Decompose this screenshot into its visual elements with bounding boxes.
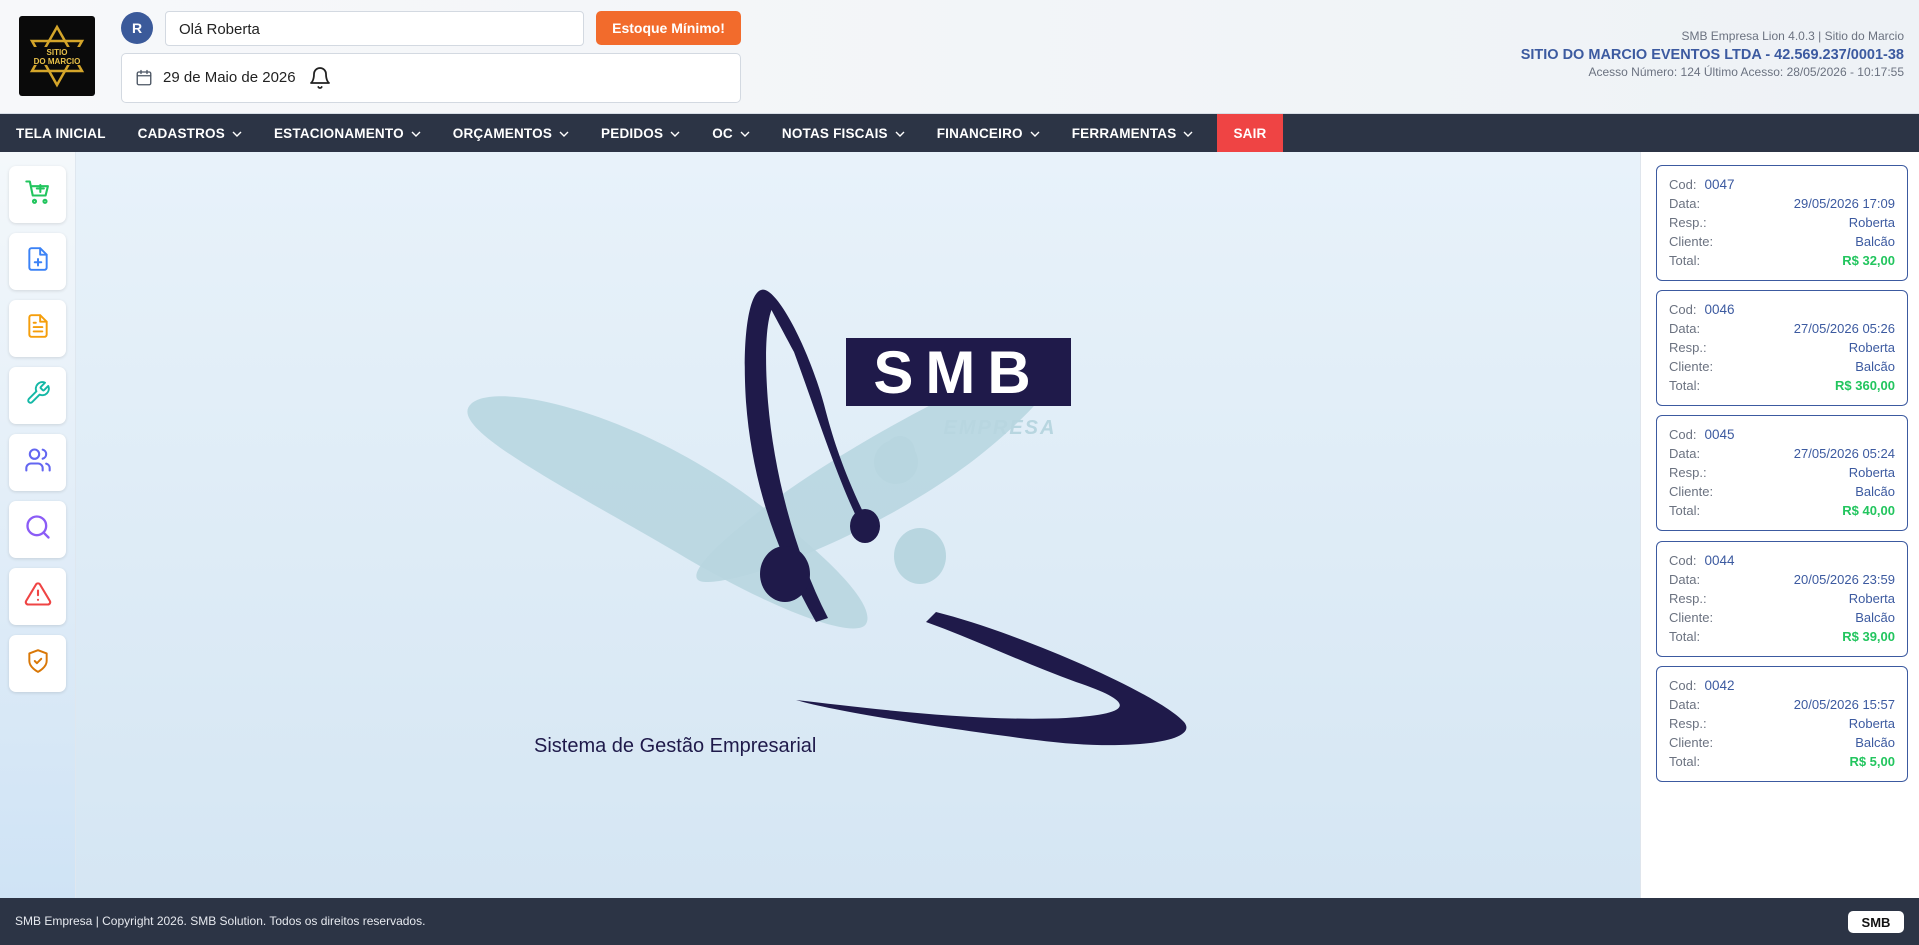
order-cliente: Balcão bbox=[1855, 610, 1895, 625]
quick-actions-sidebar bbox=[0, 152, 76, 898]
star-logo-icon: SITIO DO MARCIO bbox=[29, 24, 85, 88]
order-resp: Roberta bbox=[1848, 340, 1895, 355]
order-resp: Roberta bbox=[1848, 716, 1895, 731]
order-cod: 0046 bbox=[1704, 302, 1735, 317]
order-card[interactable]: Cod: 0045 Data: 27/05/2026 05:24 Resp.: Rob… bbox=[1656, 415, 1908, 531]
order-date: 20/05/2026 15:57 bbox=[1793, 697, 1895, 712]
nav-estacionamento[interactable]: ESTACIONAMENTO bbox=[258, 114, 437, 152]
nav-pedidos[interactable]: PEDIDOS bbox=[585, 114, 696, 152]
chevron-down-icon bbox=[232, 126, 242, 141]
company-name: SITIO DO MARCIO EVENTOS LTDA - 42.569.23… bbox=[1520, 47, 1904, 63]
order-cod: 0045 bbox=[1704, 427, 1735, 442]
tools-button[interactable] bbox=[9, 367, 66, 424]
brand-tagline: Sistema de Gestão Empresarial bbox=[534, 735, 816, 757]
order-resp: Roberta bbox=[1848, 465, 1895, 480]
system-info: SMB Empresa Lion 4.0.3 | Sitio do Marcio… bbox=[1521, 29, 1904, 79]
chevron-down-icon bbox=[411, 126, 421, 141]
order-cliente: Balcão bbox=[1855, 484, 1895, 499]
footer: SMB Empresa | Copyright 2026. SMB Soluti… bbox=[0, 898, 1919, 945]
brand-sub: EMPRESA bbox=[944, 417, 1057, 439]
chevron-down-icon bbox=[670, 126, 680, 141]
nav-oc[interactable]: OC bbox=[696, 114, 766, 152]
recent-orders-panel: Cod: 0047 Data: 29/05/2026 17:09 Resp.: Rob… bbox=[1640, 152, 1919, 898]
shield-check-icon bbox=[25, 648, 51, 679]
brand-name: SMB bbox=[873, 339, 1042, 406]
svg-text:DO MARCIO: DO MARCIO bbox=[34, 57, 81, 66]
current-date: 29 de Maio de 2026 bbox=[163, 69, 296, 86]
order-card[interactable]: Cod: 0042 Data: 20/05/2026 15:57 Resp.: Rob… bbox=[1656, 666, 1908, 782]
order-total: R$ 5,00 bbox=[1849, 754, 1895, 769]
smb-brand-logo: SMB EMPRESA Sistema de Gestão Empresaria… bbox=[467, 289, 1187, 757]
order-card[interactable]: Cod: 0046 Data: 27/05/2026 05:26 Resp.: Rob… bbox=[1656, 290, 1908, 406]
alerts-button[interactable] bbox=[9, 568, 66, 625]
chevron-down-icon bbox=[895, 126, 905, 141]
nav-ferramentas[interactable]: FERRAMENTAS bbox=[1056, 114, 1210, 152]
order-cliente: Balcão bbox=[1855, 735, 1895, 750]
calendar-icon bbox=[135, 69, 153, 92]
nav-notas-fiscais[interactable]: NOTAS FISCAIS bbox=[766, 114, 921, 152]
access-info: Acesso Número: 124 Último Acesso: 28/05/… bbox=[1588, 65, 1904, 79]
order-date: 27/05/2026 05:24 bbox=[1793, 446, 1895, 461]
users-icon bbox=[24, 446, 52, 479]
search-button[interactable] bbox=[9, 501, 66, 558]
order-total: R$ 39,00 bbox=[1842, 629, 1895, 644]
chevron-down-icon bbox=[740, 126, 750, 141]
security-button[interactable] bbox=[9, 635, 66, 692]
wrench-icon bbox=[25, 380, 51, 411]
estoque-minimo-button[interactable]: Estoque Mínimo! bbox=[596, 11, 741, 45]
order-total: R$ 40,00 bbox=[1842, 503, 1895, 518]
cart-plus-icon bbox=[24, 178, 52, 211]
greeting-field: Olá Roberta bbox=[165, 11, 584, 46]
copyright-text: SMB Empresa | Copyright 2026. SMB Soluti… bbox=[15, 914, 426, 928]
users-button[interactable] bbox=[9, 434, 66, 491]
order-resp: Roberta bbox=[1848, 591, 1895, 606]
header: SITIO DO MARCIO R Olá Roberta Estoque Mí… bbox=[0, 0, 1919, 114]
company-logo[interactable]: SITIO DO MARCIO bbox=[19, 16, 95, 96]
nav-sair-button[interactable]: SAIR bbox=[1217, 114, 1283, 152]
system-version: SMB Empresa Lion 4.0.3 | Sitio do Marcio bbox=[1681, 29, 1904, 43]
date-bar: 29 de Maio de 2026 bbox=[121, 53, 741, 103]
order-cod: 0047 bbox=[1704, 177, 1735, 192]
main-nav: TELA INICIAL CADASTROS ESTACIONAMENTO OR… bbox=[0, 114, 1919, 152]
nav-tela-inicial[interactable]: TELA INICIAL bbox=[0, 114, 122, 152]
new-document-button[interactable] bbox=[9, 233, 66, 290]
file-plus-icon bbox=[25, 246, 51, 277]
chevron-down-icon bbox=[1030, 126, 1040, 141]
search-icon bbox=[24, 513, 52, 546]
order-date: 27/05/2026 05:26 bbox=[1793, 321, 1895, 336]
documents-button[interactable] bbox=[9, 300, 66, 357]
nav-orcamentos[interactable]: ORÇAMENTOS bbox=[437, 114, 585, 152]
order-date: 20/05/2026 23:59 bbox=[1793, 572, 1895, 587]
new-sale-button[interactable] bbox=[9, 166, 66, 223]
order-card[interactable]: Cod: 0047 Data: 29/05/2026 17:09 Resp.: Rob… bbox=[1656, 165, 1908, 281]
nav-financeiro[interactable]: FINANCEIRO bbox=[921, 114, 1056, 152]
bell-icon[interactable] bbox=[308, 66, 332, 95]
order-card[interactable]: Cod: 0044 Data: 20/05/2026 23:59 Resp.: Rob… bbox=[1656, 541, 1908, 657]
svg-text:SITIO: SITIO bbox=[47, 48, 68, 57]
chevron-down-icon bbox=[559, 126, 569, 141]
order-resp: Roberta bbox=[1848, 215, 1895, 230]
smb-badge[interactable]: SMB bbox=[1848, 911, 1904, 933]
order-cliente: Balcão bbox=[1855, 234, 1895, 249]
order-cod: 0042 bbox=[1704, 678, 1735, 693]
order-cod: 0044 bbox=[1704, 553, 1735, 568]
order-total: R$ 32,00 bbox=[1842, 253, 1895, 268]
order-total: R$ 360,00 bbox=[1835, 378, 1895, 393]
avatar[interactable]: R bbox=[121, 12, 153, 44]
nav-cadastros[interactable]: CADASTROS bbox=[122, 114, 258, 152]
order-date: 29/05/2026 17:09 bbox=[1793, 196, 1895, 211]
main-content: SMB EMPRESA Sistema de Gestão Empresaria… bbox=[76, 152, 1640, 898]
file-text-icon bbox=[25, 313, 51, 344]
order-cliente: Balcão bbox=[1855, 359, 1895, 374]
chevron-down-icon bbox=[1183, 126, 1193, 141]
alert-triangle-icon bbox=[24, 580, 52, 613]
